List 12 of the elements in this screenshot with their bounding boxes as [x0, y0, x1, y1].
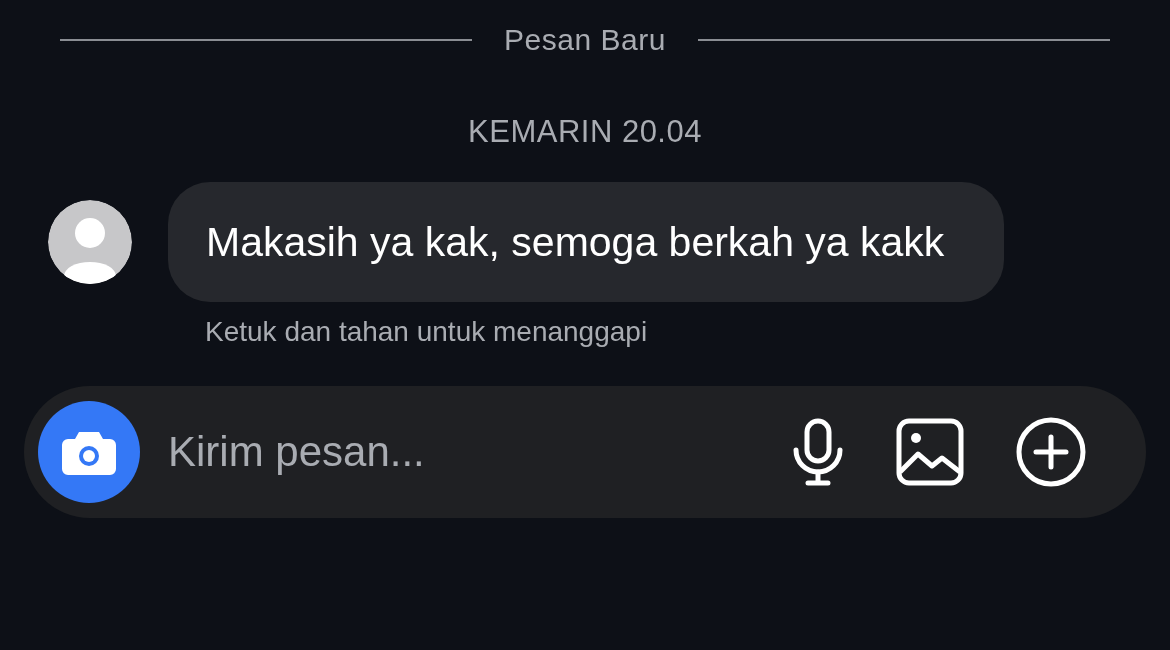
plus-icon: [1016, 417, 1086, 487]
avatar-icon: [48, 200, 132, 284]
message-input-field[interactable]: Kirim pesan...: [166, 421, 740, 483]
divider-label: Pesan Baru: [504, 23, 666, 57]
timestamp: KEMARIN 20.04: [468, 114, 702, 149]
message-bubble[interactable]: Makasih ya kak, semoga berkah ya kakk: [168, 182, 1004, 302]
microphone-button[interactable]: [792, 418, 844, 486]
add-button[interactable]: [1016, 417, 1086, 487]
gallery-button[interactable]: [896, 418, 964, 486]
image-icon: [896, 418, 964, 486]
microphone-icon: [792, 418, 844, 486]
reply-hint: Ketuk dan tahan untuk menanggapi: [205, 316, 648, 348]
